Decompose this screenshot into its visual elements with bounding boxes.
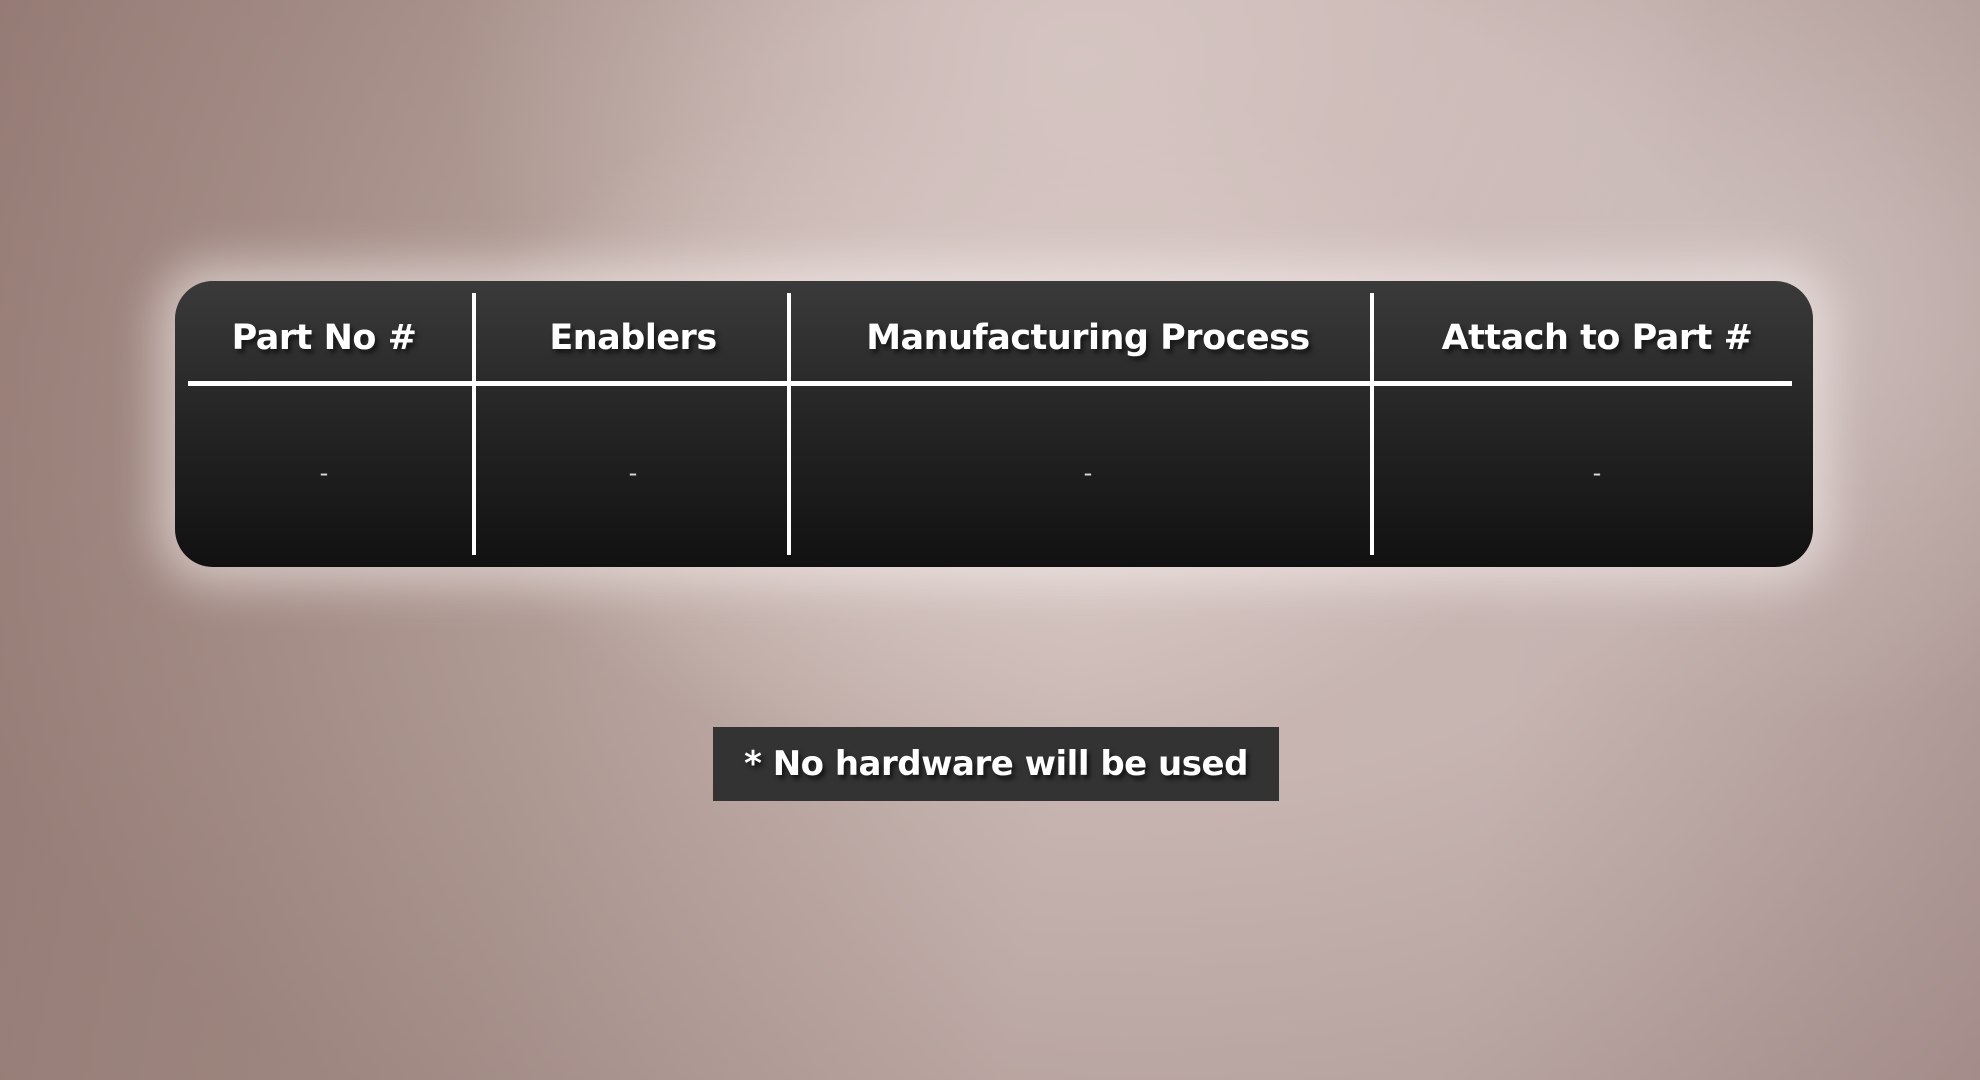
cell-enablers: - xyxy=(628,459,638,487)
cell-manufacturing-process: - xyxy=(1083,459,1093,487)
header-part-no: Part No # xyxy=(231,318,417,358)
cell-part-no: - xyxy=(319,459,329,487)
header-attach-to-part: Attach to Part # xyxy=(1441,318,1753,358)
parts-table: Part No # Enablers Manufacturing Process… xyxy=(175,281,1813,567)
hardware-note: * No hardware will be used xyxy=(713,727,1279,801)
header-divider xyxy=(188,381,1792,386)
header-enablers: Enablers xyxy=(549,318,717,358)
cell-attach-to-part: - xyxy=(1592,459,1602,487)
header-manufacturing-process: Manufacturing Process xyxy=(866,318,1310,358)
